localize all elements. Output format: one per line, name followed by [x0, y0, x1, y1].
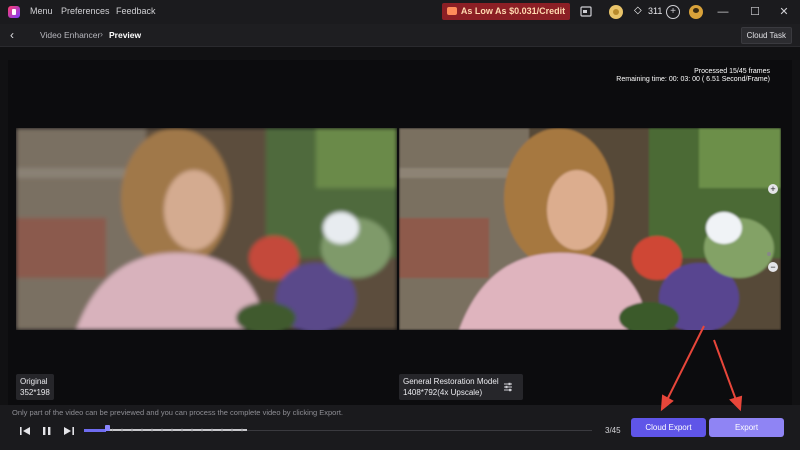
promo-banner[interactable]: As Low As $0.031/Credit — [442, 3, 570, 20]
next-frame-icon[interactable] — [62, 425, 76, 437]
original-frame-image — [16, 128, 397, 330]
menu-button[interactable]: Menu — [30, 6, 53, 16]
zoom-out-icon[interactable]: − — [768, 262, 778, 272]
coin-icon[interactable] — [609, 5, 623, 19]
previous-frame-icon[interactable] — [18, 425, 32, 437]
playhead-handle[interactable] — [105, 425, 110, 431]
zoom-slider-handle[interactable] — [767, 252, 771, 256]
promo-text: As Low As $0.031/Credit — [460, 6, 566, 16]
timeline-ticks — [112, 428, 243, 432]
original-video-frame[interactable] — [16, 128, 397, 330]
breadcrumb-separator-icon: › — [100, 29, 103, 39]
add-credits-icon[interactable]: + — [666, 5, 680, 19]
credits-count: 311 — [648, 6, 663, 16]
frame-counter: 3/45 — [605, 426, 621, 435]
zoom-in-icon[interactable]: + — [768, 184, 778, 194]
original-label: Original 352*198 — [16, 374, 54, 400]
app-logo-icon — [8, 6, 20, 18]
model-name: General Restoration Model — [403, 377, 499, 386]
processed-frames: Processed 15/45 frames — [694, 68, 770, 75]
feedback-button[interactable]: Feedback — [116, 6, 156, 16]
export-button[interactable]: Export — [709, 418, 784, 437]
remaining-time: Remaining time: 00: 03: 00 ( 6.51 Second… — [616, 76, 770, 83]
avatar[interactable] — [689, 5, 703, 19]
enhanced-resolution: 1408*792(4x Upscale) — [403, 388, 483, 397]
cloud-task-button[interactable]: Cloud Task — [740, 27, 792, 44]
breadcrumb-preview: Preview — [109, 30, 142, 40]
back-arrow-icon[interactable]: ‹ — [10, 28, 14, 42]
minimize-icon[interactable]: — — [715, 4, 731, 20]
processing-status: Processed 15/45 frames Remaining time: 0… — [616, 68, 770, 84]
maximize-icon[interactable]: ☐ — [747, 4, 763, 20]
storage-icon[interactable] — [579, 5, 593, 19]
breadcrumb-video-enhancer[interactable]: Video Enhancer — [40, 30, 100, 40]
enhanced-frame-image — [399, 128, 781, 330]
model-settings-icon[interactable] — [503, 382, 513, 392]
preferences-button[interactable]: Preferences — [61, 6, 110, 16]
original-title: Original — [20, 377, 48, 386]
preview-area: Processed 15/45 frames Remaining time: 0… — [8, 60, 792, 405]
enhanced-video-frame[interactable] — [399, 128, 781, 330]
title-bar: Menu Preferences Feedback As Low As $0.0… — [0, 0, 800, 24]
breadcrumb-bar: ‹ Video Enhancer › Preview Cloud Task — [0, 24, 800, 47]
timeline-progress — [84, 429, 106, 432]
discount-tag-icon — [446, 7, 457, 15]
preview-hint: Only part of the video can be previewed … — [12, 408, 344, 417]
pause-icon[interactable] — [40, 425, 54, 437]
original-resolution: 352*198 — [20, 388, 50, 397]
close-icon[interactable]: ✕ — [776, 4, 792, 20]
diamond-icon: ◇ — [634, 5, 642, 16]
cloud-export-button[interactable]: Cloud Export — [631, 418, 706, 437]
